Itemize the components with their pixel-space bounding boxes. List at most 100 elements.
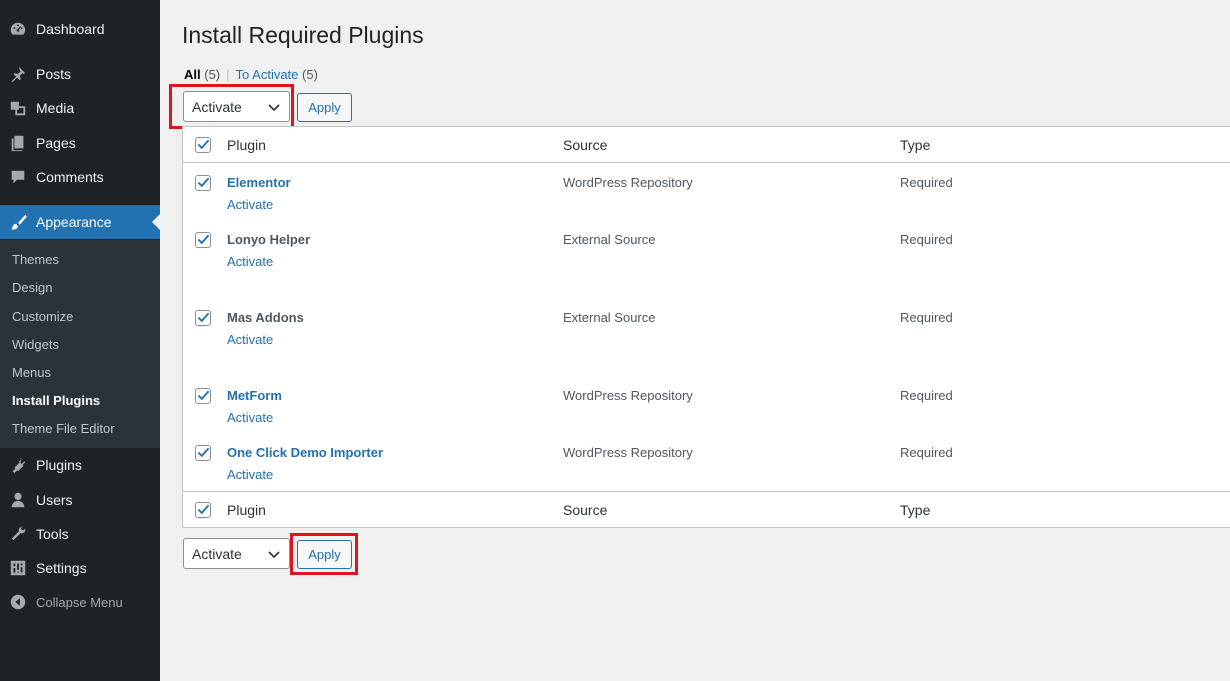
menu-item-settings[interactable]: Settings xyxy=(0,551,160,585)
row-checkbox[interactable] xyxy=(195,175,211,191)
plugin-type: Required xyxy=(900,232,953,247)
collapse-label: Collapse Menu xyxy=(36,594,123,610)
select-all-checkbox[interactable] xyxy=(195,137,211,153)
active-indicator xyxy=(152,214,160,230)
checkmark-icon xyxy=(197,447,210,458)
submenu-item-theme-file-editor[interactable]: Theme File Editor xyxy=(12,421,115,436)
filter-separator: | xyxy=(226,67,230,82)
plugin-type: Required xyxy=(900,388,953,403)
plugin-source: WordPress Repository xyxy=(563,445,693,460)
column-header-source[interactable]: Source xyxy=(563,137,607,153)
menu-label: Tools xyxy=(36,526,69,542)
table-row: MetForm Activate WordPress Repository Re… xyxy=(183,376,1230,433)
row-checkbox[interactable] xyxy=(195,232,211,248)
bulk-action-select-bottom[interactable]: Activate xyxy=(183,538,290,569)
plugin-type: Required xyxy=(900,310,953,325)
plugins-icon xyxy=(8,455,28,475)
checkmark-icon xyxy=(197,390,210,401)
table-row: One Click Demo Importer Activate WordPre… xyxy=(183,433,1230,491)
table-header: Plugin Source Type xyxy=(183,127,1230,163)
plugins-table: Plugin Source Type Elementor Activate Wo… xyxy=(182,126,1230,528)
row-checkbox[interactable] xyxy=(195,388,211,404)
table-footer: Plugin Source Type xyxy=(183,491,1230,527)
menu-label: Comments xyxy=(36,169,104,185)
highlight-box xyxy=(290,533,358,575)
submenu-item-customize[interactable]: Customize xyxy=(12,309,73,324)
wrench-icon xyxy=(8,524,28,544)
menu-item-plugins[interactable]: Plugins xyxy=(0,448,160,482)
menu-item-pages[interactable]: Pages xyxy=(0,126,160,160)
table-row: Lonyo Helper Activate External Source Re… xyxy=(183,220,1230,298)
column-footer-type[interactable]: Type xyxy=(900,502,930,518)
pin-icon xyxy=(8,64,28,84)
menu-item-comments[interactable]: Comments xyxy=(0,160,160,194)
activate-link[interactable]: Activate xyxy=(227,197,273,212)
submenu-item-install-plugins[interactable]: Install Plugins xyxy=(12,393,100,408)
checkmark-icon xyxy=(197,177,210,188)
activate-link[interactable]: Activate xyxy=(227,254,273,269)
checkmark-icon xyxy=(197,504,210,515)
filter-all[interactable]: All xyxy=(184,67,201,82)
plugin-source: WordPress Repository xyxy=(563,175,693,190)
plugin-name-link[interactable]: MetForm xyxy=(227,388,282,403)
checkmark-icon xyxy=(197,139,210,150)
paintbrush-icon xyxy=(8,212,28,232)
activate-link[interactable]: Activate xyxy=(227,410,273,425)
comments-icon xyxy=(8,167,28,187)
apply-button-top[interactable]: Apply xyxy=(297,93,352,122)
menu-label: Posts xyxy=(36,66,72,82)
activate-link[interactable]: Activate xyxy=(227,467,273,482)
menu-label: Plugins xyxy=(36,457,82,473)
main-content: Install Required Plugins All (5) | To Acti… xyxy=(160,0,1230,681)
checkmark-icon xyxy=(197,234,210,245)
plugin-source: WordPress Repository xyxy=(563,388,693,403)
menu-label: Pages xyxy=(36,135,76,151)
plugin-type: Required xyxy=(900,445,953,460)
submenu-item-widgets[interactable]: Widgets xyxy=(12,337,59,352)
menu-label: Media xyxy=(36,100,75,116)
submenu-item-design[interactable]: Design xyxy=(12,280,52,295)
column-footer-source[interactable]: Source xyxy=(563,502,607,518)
menu-label: Appearance xyxy=(36,214,112,230)
dashboard-icon xyxy=(8,19,28,39)
activate-link[interactable]: Activate xyxy=(227,332,273,347)
plugin-name-link[interactable]: Elementor xyxy=(227,175,291,190)
page-title: Install Required Plugins xyxy=(182,22,424,48)
submenu-item-themes[interactable]: Themes xyxy=(12,252,59,267)
menu-label: Users xyxy=(36,492,73,508)
menu-item-tools[interactable]: Tools xyxy=(0,517,160,551)
plugin-source: External Source xyxy=(563,232,656,247)
appearance-submenu: Themes Design Customize Widgets Menus In… xyxy=(0,240,160,448)
column-header-type[interactable]: Type xyxy=(900,137,930,153)
checkmark-icon xyxy=(197,312,210,323)
menu-item-appearance[interactable]: Appearance xyxy=(0,205,160,239)
menu-label: Settings xyxy=(36,560,87,576)
collapse-icon xyxy=(8,592,28,612)
pages-icon xyxy=(8,133,28,153)
settings-icon xyxy=(8,558,28,578)
menu-label: Dashboard xyxy=(36,21,105,37)
menu-item-users[interactable]: Users xyxy=(0,483,160,517)
select-all-checkbox-footer[interactable] xyxy=(195,502,211,518)
users-icon xyxy=(8,490,28,510)
menu-item-posts[interactable]: Posts xyxy=(0,57,160,91)
submenu-item-menus[interactable]: Menus xyxy=(12,365,51,380)
menu-item-media[interactable]: Media xyxy=(0,91,160,125)
column-header-plugin[interactable]: Plugin xyxy=(227,137,266,153)
filter-to-activate[interactable]: To Activate xyxy=(236,67,299,82)
table-row: Mas Addons Activate External Source Requ… xyxy=(183,298,1230,376)
bulk-action-value: Activate xyxy=(192,545,242,562)
row-checkbox[interactable] xyxy=(195,445,211,461)
highlight-box xyxy=(169,84,294,129)
table-row: Elementor Activate WordPress Repository … xyxy=(183,163,1230,220)
plugin-name: Mas Addons xyxy=(227,310,304,325)
plugin-type: Required xyxy=(900,175,953,190)
menu-item-dashboard[interactable]: Dashboard xyxy=(0,12,160,46)
chevron-down-icon xyxy=(268,551,280,559)
plugin-source: External Source xyxy=(563,310,656,325)
admin-sidebar: Dashboard Posts Media Pages Comments App… xyxy=(0,0,160,681)
row-checkbox[interactable] xyxy=(195,310,211,326)
column-footer-plugin[interactable]: Plugin xyxy=(227,502,266,518)
plugin-name-link[interactable]: One Click Demo Importer xyxy=(227,445,383,460)
collapse-menu-button[interactable]: Collapse Menu xyxy=(0,585,160,619)
